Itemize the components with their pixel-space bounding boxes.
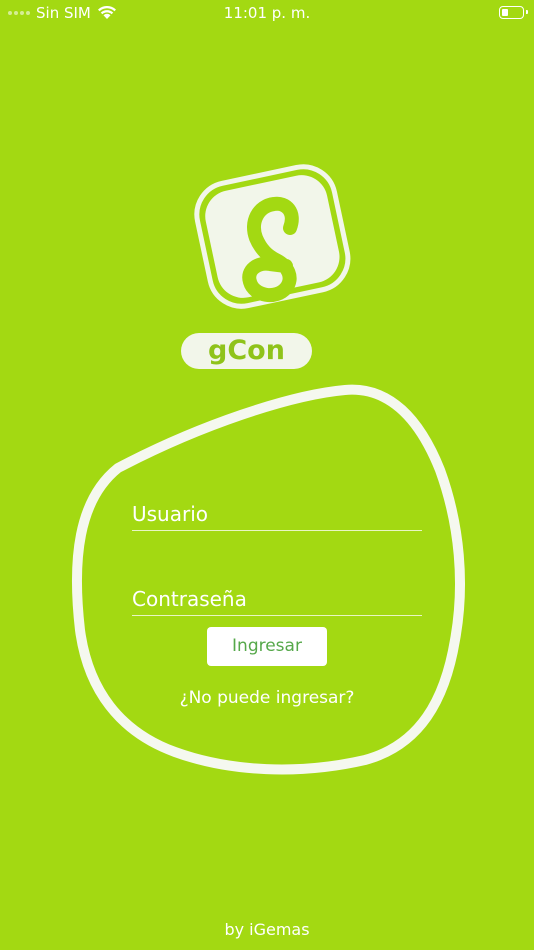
password-field[interactable] bbox=[132, 583, 422, 616]
username-input[interactable] bbox=[132, 498, 422, 530]
forgot-password-link[interactable]: ¿No puede ingresar? bbox=[0, 688, 534, 708]
battery-fill bbox=[502, 9, 508, 16]
battery-icon bbox=[499, 6, 528, 19]
status-time: 11:01 p. m. bbox=[223, 4, 311, 22]
login-button[interactable]: Ingresar bbox=[207, 627, 327, 666]
password-input[interactable] bbox=[132, 583, 422, 615]
gcon-wordmark: gCon bbox=[181, 333, 312, 369]
footer-credit: by iGemas bbox=[224, 920, 310, 939]
battery-tip bbox=[526, 10, 528, 14]
status-bar: Sin SIM 11:01 p. m. bbox=[0, 0, 534, 28]
username-field[interactable] bbox=[132, 498, 422, 531]
login-frame-outline bbox=[71, 384, 465, 775]
